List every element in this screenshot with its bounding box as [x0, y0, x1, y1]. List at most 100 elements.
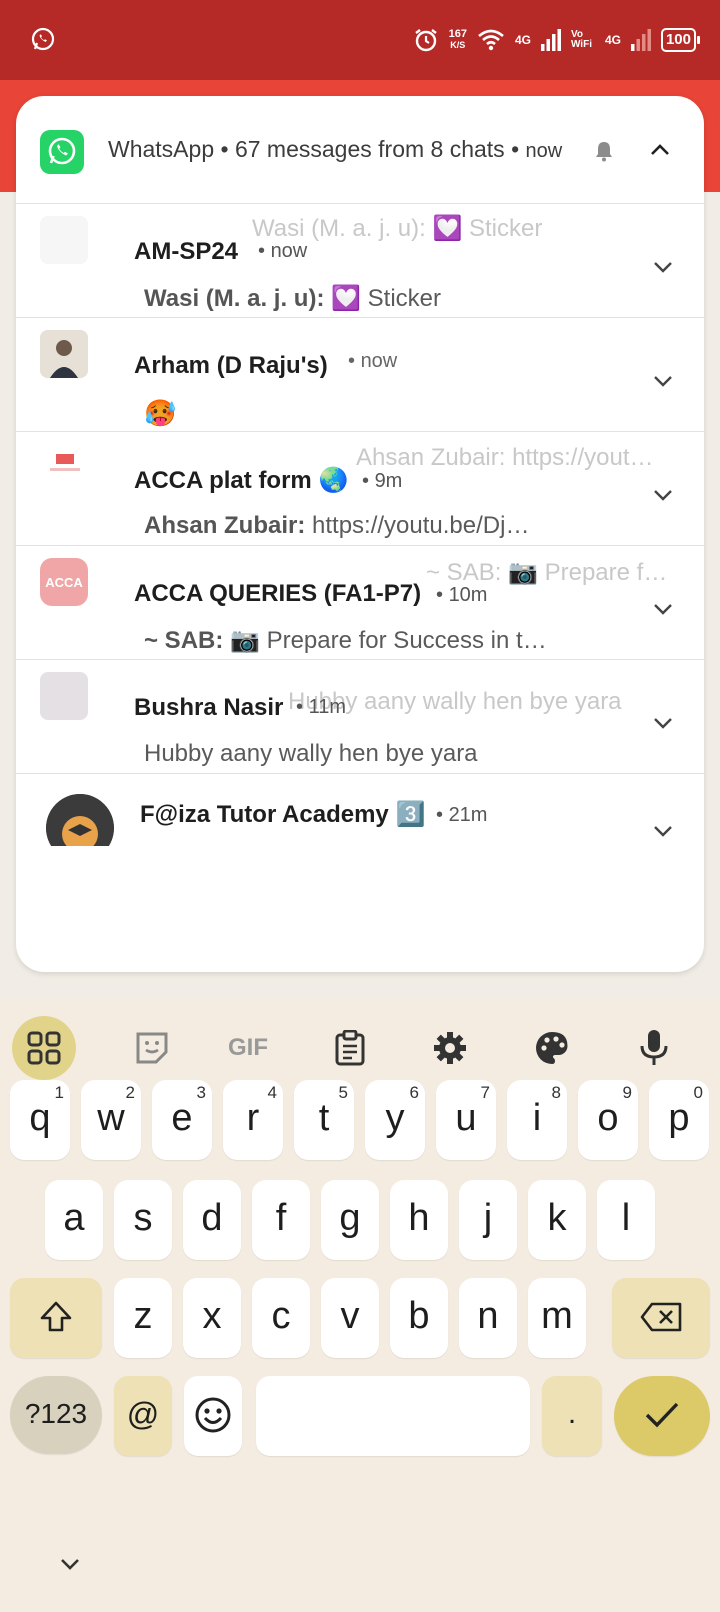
shift-icon [40, 1301, 72, 1332]
key-v[interactable]: v [321, 1278, 379, 1358]
sticker-icon [136, 1032, 168, 1064]
key-hint-5: 5 [338, 1083, 348, 1102]
network-type-2: 4G [604, 33, 621, 47]
key-m[interactable]: m [528, 1278, 586, 1358]
key-l[interactable]: l [597, 1180, 655, 1260]
expand-chevron-icon[interactable] [652, 256, 674, 278]
key-hint-6: 6 [409, 1083, 419, 1102]
signal-icon-2 [630, 29, 651, 51]
group-avatar [46, 794, 114, 846]
chat-time: • 11m [296, 696, 346, 718]
key-f[interactable]: f [252, 1180, 310, 1260]
key-i[interactable]: i8 [507, 1080, 567, 1160]
key-hint-8: 8 [551, 1083, 561, 1102]
contact-avatar [40, 330, 88, 378]
key-t[interactable]: t5 [294, 1080, 354, 1160]
group-avatar: ACCA [40, 558, 88, 606]
collapse-chevron-icon[interactable] [648, 138, 672, 162]
ghost-text: Wasi (M. a. j. u): 💟 Sticker [252, 215, 543, 242]
alarm-icon [414, 29, 437, 52]
emoji-key[interactable] [184, 1376, 242, 1456]
notification-header[interactable]: WhatsApp • 67 messages from 8 chats • no… [16, 96, 704, 204]
key-hint-4: 4 [267, 1083, 277, 1102]
chat-title: ACCA plat form 🌏 [134, 467, 349, 494]
expand-chevron-icon[interactable] [652, 484, 674, 506]
key-c[interactable]: c [252, 1278, 310, 1358]
voice-input-button[interactable] [622, 1016, 686, 1080]
backspace-icon [640, 1302, 682, 1332]
key-b[interactable]: b [390, 1278, 448, 1358]
key-w[interactable]: w2 [81, 1080, 141, 1160]
ghost-text: Ahsan Zubair: https://yout… [356, 444, 654, 471]
expand-chevron-icon[interactable] [652, 370, 674, 392]
enter-key[interactable] [614, 1376, 710, 1456]
whatsapp-status-icon [31, 27, 55, 51]
expand-chevron-icon[interactable] [652, 712, 674, 734]
key-s[interactable]: s [114, 1180, 172, 1260]
palette-icon [536, 1032, 568, 1064]
emoji-icon [195, 1397, 231, 1433]
network-type-1: 4G [514, 33, 531, 47]
key-h[interactable]: h [390, 1180, 448, 1260]
key-q[interactable]: q1 [10, 1080, 70, 1160]
key-n[interactable]: n [459, 1278, 517, 1358]
period-key[interactable]: . [542, 1376, 602, 1456]
shift-key[interactable] [10, 1278, 102, 1358]
apps-grid-button[interactable] [12, 1016, 76, 1080]
gear-icon [434, 1032, 466, 1064]
at-key[interactable]: @ [114, 1376, 172, 1456]
key-hint-0: 0 [693, 1083, 703, 1102]
hide-keyboard-chevron-icon[interactable] [58, 1552, 82, 1576]
chat-notification-row[interactable]: F@iza Tutor Academy 3️⃣ • 21m [16, 774, 704, 846]
chat-notification-row[interactable]: Arham (D Raju's) • now 🥵 [16, 318, 704, 432]
chat-notification-row[interactable]: Ahsan Zubair: https://yout… ACCA plat fo… [16, 432, 704, 546]
contact-avatar [40, 672, 88, 720]
whatsapp-notification-card[interactable]: WhatsApp • 67 messages from 8 chats • no… [16, 96, 704, 972]
symbols-key[interactable]: ?123 [10, 1376, 102, 1454]
key-p[interactable]: p0 [649, 1080, 709, 1160]
sticker-button[interactable] [120, 1016, 184, 1080]
chat-message: Ahsan Zubair: https://youtu.be/Dj… [144, 512, 530, 539]
chat-time: • 10m [436, 584, 488, 606]
key-g[interactable]: g [321, 1180, 379, 1260]
spacebar[interactable] [256, 1376, 530, 1456]
key-u[interactable]: u7 [436, 1080, 496, 1160]
chat-notification-row[interactable]: ACCA ~ SAB: 📷 Prepare f… ACCA QUERIES (F… [16, 546, 704, 660]
expand-chevron-icon[interactable] [652, 820, 674, 842]
bell-icon [596, 142, 612, 162]
battery-indicator: 100 [660, 28, 701, 52]
key-k[interactable]: k [528, 1180, 586, 1260]
key-hint-2: 2 [125, 1083, 135, 1102]
key-e[interactable]: e3 [152, 1080, 212, 1160]
backspace-key[interactable] [612, 1278, 710, 1358]
chat-message: 🥵 [144, 398, 177, 428]
key-z[interactable]: z [114, 1278, 172, 1358]
key-d[interactable]: d [183, 1180, 241, 1260]
gif-button[interactable]: GIF [216, 1016, 280, 1080]
vowifi-label: Vo WiFi [570, 29, 592, 50]
settings-button[interactable] [418, 1016, 482, 1080]
key-o[interactable]: o9 [578, 1080, 638, 1160]
chat-message: Hubby aany wally hen bye yara [144, 740, 478, 767]
group-avatar [40, 444, 88, 492]
chat-time: • now [348, 350, 398, 372]
key-x[interactable]: x [183, 1278, 241, 1358]
chat-title: ACCA QUERIES (FA1-P7) [134, 580, 422, 607]
chat-notification-row[interactable]: Wasi (M. a. j. u): 💟 Sticker AM-SP24 • n… [16, 204, 704, 318]
whatsapp-logo [40, 130, 84, 174]
key-r[interactable]: r4 [223, 1080, 283, 1160]
clipboard-button[interactable] [318, 1016, 382, 1080]
key-a[interactable]: a [45, 1180, 103, 1260]
chat-time: • now [258, 240, 308, 262]
key-hint-9: 9 [622, 1083, 632, 1102]
key-j[interactable]: j [459, 1180, 517, 1260]
key-y[interactable]: y6 [365, 1080, 425, 1160]
theme-button[interactable] [520, 1016, 584, 1080]
key-hint-1: 1 [54, 1083, 64, 1102]
checkmark-icon [645, 1402, 679, 1428]
expand-chevron-icon[interactable] [652, 598, 674, 620]
chat-notification-row[interactable]: Hubby aany wally hen bye yara Bushra Nas… [16, 660, 704, 774]
wifi-icon [478, 29, 504, 51]
chat-title: F@iza Tutor Academy 3️⃣ [140, 801, 426, 828]
key-hint-7: 7 [480, 1083, 490, 1102]
